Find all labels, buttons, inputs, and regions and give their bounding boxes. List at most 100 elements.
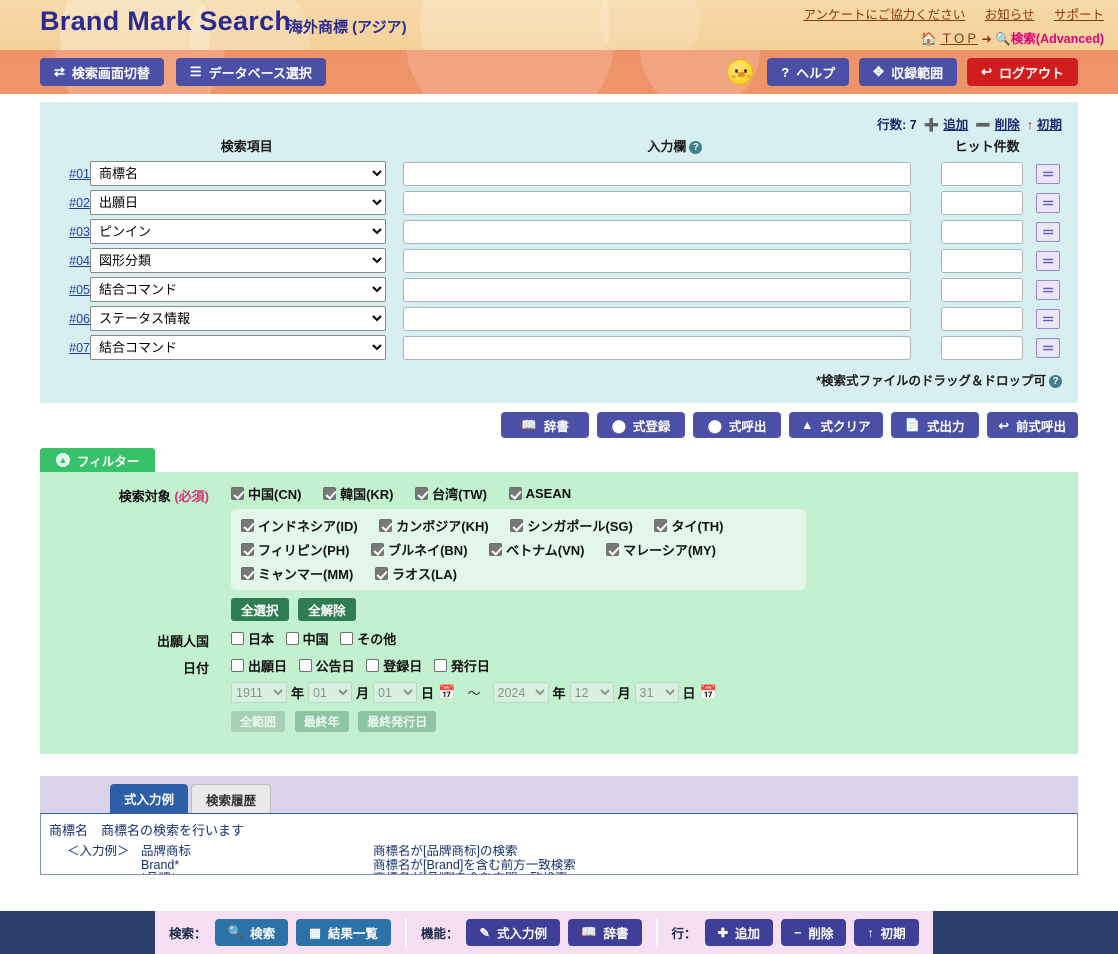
date-from-month-select[interactable]: 01 [308, 682, 353, 703]
search-field-select[interactable]: 結合コマンド [90, 277, 386, 302]
row-index-link[interactable]: #06 [69, 312, 90, 326]
checkbox-icon[interactable] [489, 543, 503, 556]
news-link[interactable]: お知らせ [985, 8, 1035, 22]
date-from-day-select[interactable]: 01 [373, 682, 418, 703]
checkbox-icon[interactable] [241, 519, 254, 532]
search-field-select[interactable]: 商標名 [90, 161, 386, 186]
calendar-icon[interactable]: 📅 [438, 684, 455, 701]
country-checkbox-la[interactable]: ラオス(LA) [374, 564, 457, 583]
support-link[interactable]: サポート [1054, 8, 1104, 22]
search-value-input[interactable] [403, 306, 912, 331]
checkbox-icon[interactable] [654, 519, 668, 532]
logout-button[interactable]: ↩ ログアウト [967, 58, 1078, 86]
checkbox-icon[interactable] [323, 487, 337, 500]
row-index-link[interactable]: #05 [69, 283, 90, 297]
last-year-button[interactable]: 最終年 [294, 711, 349, 732]
checkbox-icon[interactable] [231, 632, 244, 645]
row-index-link[interactable]: #04 [69, 254, 90, 268]
reset-rows-button[interactable]: ↑ 初期 [854, 919, 919, 946]
equal-button[interactable]: ＝ [1036, 279, 1061, 300]
tab-search-history[interactable]: 検索履歴 [191, 784, 272, 813]
checkbox-icon[interactable] [374, 567, 388, 580]
search-value-input[interactable] [403, 248, 912, 273]
dictionary-button[interactable]: 📖 辞書 [501, 412, 590, 438]
date-from-year-select[interactable]: 1911 [231, 682, 287, 703]
search-field-select[interactable]: 出願日 [90, 190, 386, 215]
date-to-day-select[interactable]: 31 [634, 682, 679, 703]
country-checkbox-mm[interactable]: ミャンマー(MM) [241, 564, 353, 583]
input-examples-button[interactable]: ✎ 式入力例 [466, 919, 560, 946]
checkbox-icon[interactable] [231, 487, 244, 500]
date-checkbox-application[interactable]: 出願日 [231, 656, 287, 675]
row-index-link[interactable]: #02 [69, 196, 90, 210]
row-index-link[interactable]: #03 [69, 225, 90, 239]
search-value-input[interactable] [403, 161, 912, 186]
country-checkbox-kh[interactable]: カンボジア(KH) [379, 516, 489, 535]
search-value-input[interactable] [403, 219, 912, 244]
search-field-select[interactable]: 結合コマンド [90, 335, 386, 360]
country-checkbox-vn[interactable]: ベトナム(VN) [489, 540, 584, 559]
load-formula-button[interactable]: ⬤ 式呼出 [693, 412, 782, 438]
country-checkbox-th[interactable]: タイ(TH) [654, 516, 723, 535]
hit-count-input[interactable] [941, 277, 1024, 302]
hit-count-input[interactable] [941, 190, 1024, 215]
country-checkbox-kr[interactable]: 韓国(KR) [323, 484, 394, 503]
country-checkbox-bn[interactable]: ブルネイ(BN) [371, 540, 468, 559]
checkbox-icon[interactable] [241, 567, 254, 580]
checkbox-icon[interactable] [371, 543, 385, 556]
date-checkbox-registration[interactable]: 登録日 [366, 656, 422, 675]
row-index-link[interactable]: #07 [69, 341, 90, 355]
applicant-checkbox-jp[interactable]: 日本 [231, 629, 274, 648]
hit-count-input[interactable] [941, 248, 1024, 273]
checkbox-icon[interactable] [379, 519, 393, 532]
equal-button[interactable]: ＝ [1036, 163, 1061, 184]
equal-button[interactable]: ＝ [1036, 337, 1061, 358]
country-checkbox-cn[interactable]: 中国(CN) [231, 484, 301, 503]
previous-formula-button[interactable]: ↩ 前式呼出 [986, 412, 1078, 438]
chick-avatar[interactable] [727, 59, 754, 85]
delete-row-button[interactable]: − 削除 [781, 919, 847, 946]
equal-button[interactable]: ＝ [1036, 221, 1061, 242]
search-value-input[interactable] [403, 277, 912, 302]
country-checkbox-my[interactable]: マレーシア(MY) [606, 540, 716, 559]
add-row-button[interactable]: ✚ 追加 [704, 919, 774, 946]
checkbox-icon[interactable] [433, 659, 447, 672]
checkbox-icon[interactable] [298, 659, 312, 672]
search-field-select[interactable]: ステータス情報 [90, 306, 386, 331]
date-checkbox-issue[interactable]: 発行日 [433, 656, 490, 675]
equal-button[interactable]: ＝ [1036, 192, 1061, 213]
search-value-input[interactable] [403, 190, 912, 215]
country-checkbox-id[interactable]: インドネシア(ID) [241, 516, 358, 535]
database-select-button[interactable]: ☰ データベース選択 [175, 58, 326, 86]
applicant-checkbox-cn[interactable]: 中国 [285, 629, 329, 648]
checkbox-icon[interactable] [231, 659, 244, 672]
survey-link[interactable]: アンケートにご協力ください [803, 8, 965, 22]
select-all-button[interactable]: 全選択 [231, 598, 289, 621]
country-checkbox-sg[interactable]: シンガポール(SG) [510, 516, 633, 535]
calendar-icon[interactable]: 📅 [700, 684, 717, 701]
checkbox-icon[interactable] [415, 487, 429, 500]
checkbox-icon[interactable] [508, 487, 522, 500]
checkbox-icon[interactable] [606, 543, 620, 556]
add-row-link[interactable]: 追加 [943, 118, 968, 132]
search-button[interactable]: 🔍 検索 [214, 919, 289, 946]
export-formula-button[interactable]: 📄 式出力 [890, 412, 979, 438]
checkbox-icon[interactable] [510, 519, 524, 532]
breadcrumb-top[interactable]: ＴＯＰ [940, 32, 978, 46]
date-to-year-select[interactable]: 2024 [492, 682, 549, 703]
date-checkbox-publication[interactable]: 公告日 [298, 656, 355, 675]
search-value-input[interactable] [403, 335, 912, 360]
tab-input-examples[interactable]: 式入力例 [110, 784, 189, 813]
hit-count-input[interactable] [941, 335, 1024, 360]
clear-formula-button[interactable]: ▲ 式クリア [789, 412, 883, 438]
help-icon[interactable]: ? [1049, 375, 1062, 388]
checkbox-icon[interactable] [366, 659, 380, 672]
help-button[interactable]: ? ヘルプ [767, 58, 850, 86]
equal-button[interactable]: ＝ [1036, 250, 1061, 271]
country-checkbox-ph[interactable]: フィリピン(PH) [241, 540, 349, 559]
country-checkbox-asean[interactable]: ASEAN [508, 486, 571, 501]
checkbox-icon[interactable] [241, 543, 254, 556]
results-list-button[interactable]: ▦ 結果一覧 [296, 919, 391, 946]
hit-count-input[interactable] [941, 161, 1024, 186]
search-field-select[interactable]: 図形分類 [90, 248, 386, 273]
